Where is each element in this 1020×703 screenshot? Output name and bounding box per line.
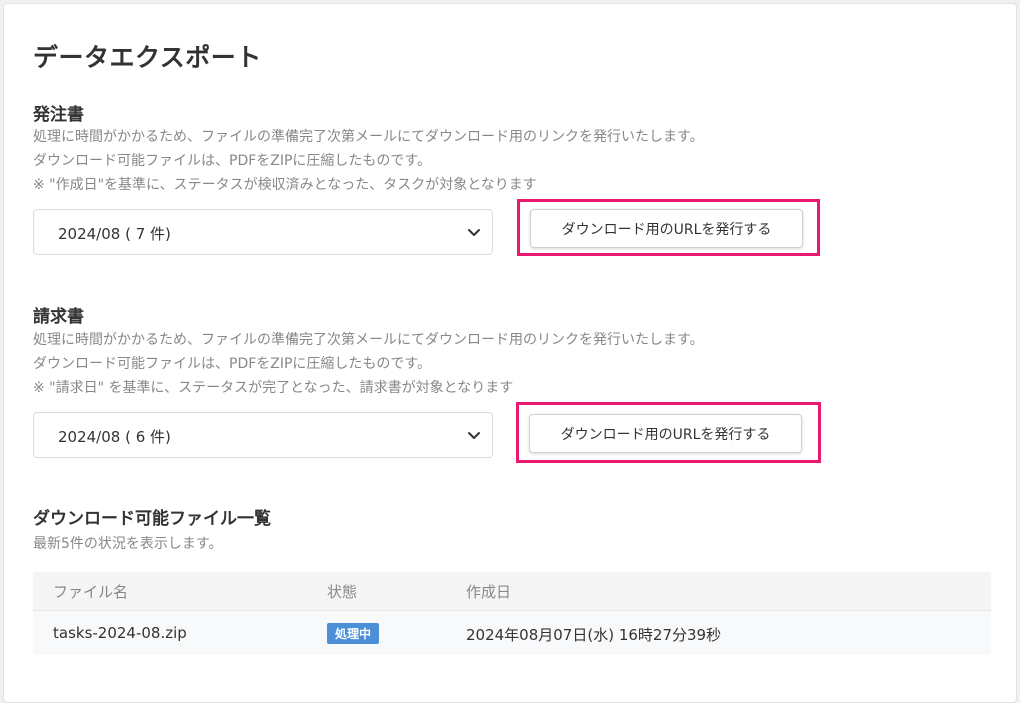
invoice-title: 請求書: [33, 307, 84, 327]
export-panel: データエクスポート 発注書 処理に時間がかかるため、ファイルの準備完了次第メール…: [3, 3, 1017, 703]
purchase-order-desc-line: ダウンロード可能ファイルは、PDFをZIPに圧縮したものです。: [33, 153, 432, 169]
column-header-filename: ファイル名: [53, 583, 129, 601]
files-table-header: ファイル名 状態 作成日: [33, 572, 991, 611]
purchase-order-button-highlight: ダウンロード用のURLを発行する: [517, 199, 820, 256]
chevron-down-icon: [468, 432, 480, 439]
page-title: データエクスポート: [33, 43, 262, 72]
file-created-date: 2024年08月07日(水) 16時27分39秒: [466, 626, 722, 644]
chevron-down-icon: [468, 229, 480, 236]
invoice-desc-line: ダウンロード可能ファイルは、PDFをZIPに圧縮したものです。: [33, 356, 432, 372]
files-table: ファイル名 状態 作成日 tasks-2024-08.zip 処理中 2024年…: [33, 572, 991, 655]
files-section-subtitle: 最新5件の状況を表示します。: [33, 536, 223, 552]
purchase-order-desc-line: ※ "作成日"を基準に、ステータスが検収済みとなった、タスクが対象となります: [33, 177, 537, 193]
purchase-order-desc-line: 処理に時間がかかるため、ファイルの準備完了次第メールにてダウンロード用のリンクを…: [33, 129, 704, 145]
invoice-description: 処理に時間がかかるため、ファイルの準備完了次第メールにてダウンロード用のリンクを…: [33, 328, 704, 400]
file-name: tasks-2024-08.zip: [53, 624, 187, 642]
files-section-title: ダウンロード可能ファイル一覧: [33, 509, 271, 529]
invoice-button-highlight: ダウンロード用のURLを発行する: [516, 402, 821, 463]
purchase-order-issue-url-button[interactable]: ダウンロード用のURLを発行する: [530, 209, 803, 248]
invoice-desc-line: ※ "請求日" を基準に、ステータスが完了となった、請求書が対象となります: [33, 380, 514, 396]
purchase-order-month-select[interactable]: 2024/08 ( 7 件): [33, 209, 493, 255]
invoice-issue-url-button[interactable]: ダウンロード用のURLを発行する: [529, 414, 802, 453]
column-header-created: 作成日: [466, 583, 512, 601]
invoice-select-value: 2024/08 ( 6 件): [58, 428, 171, 446]
invoice-desc-line: 処理に時間がかかるため、ファイルの準備完了次第メールにてダウンロード用のリンクを…: [33, 332, 704, 348]
column-header-status: 状態: [327, 583, 358, 601]
purchase-order-select-value: 2024/08 ( 7 件): [58, 225, 171, 243]
purchase-order-description: 処理に時間がかかるため、ファイルの準備完了次第メールにてダウンロード用のリンクを…: [33, 125, 704, 197]
purchase-order-title: 発注書: [33, 105, 84, 125]
status-badge: 処理中: [327, 623, 380, 644]
invoice-month-select[interactable]: 2024/08 ( 6 件): [33, 412, 493, 458]
table-row: tasks-2024-08.zip 処理中 2024年08月07日(水) 16時…: [33, 611, 991, 655]
